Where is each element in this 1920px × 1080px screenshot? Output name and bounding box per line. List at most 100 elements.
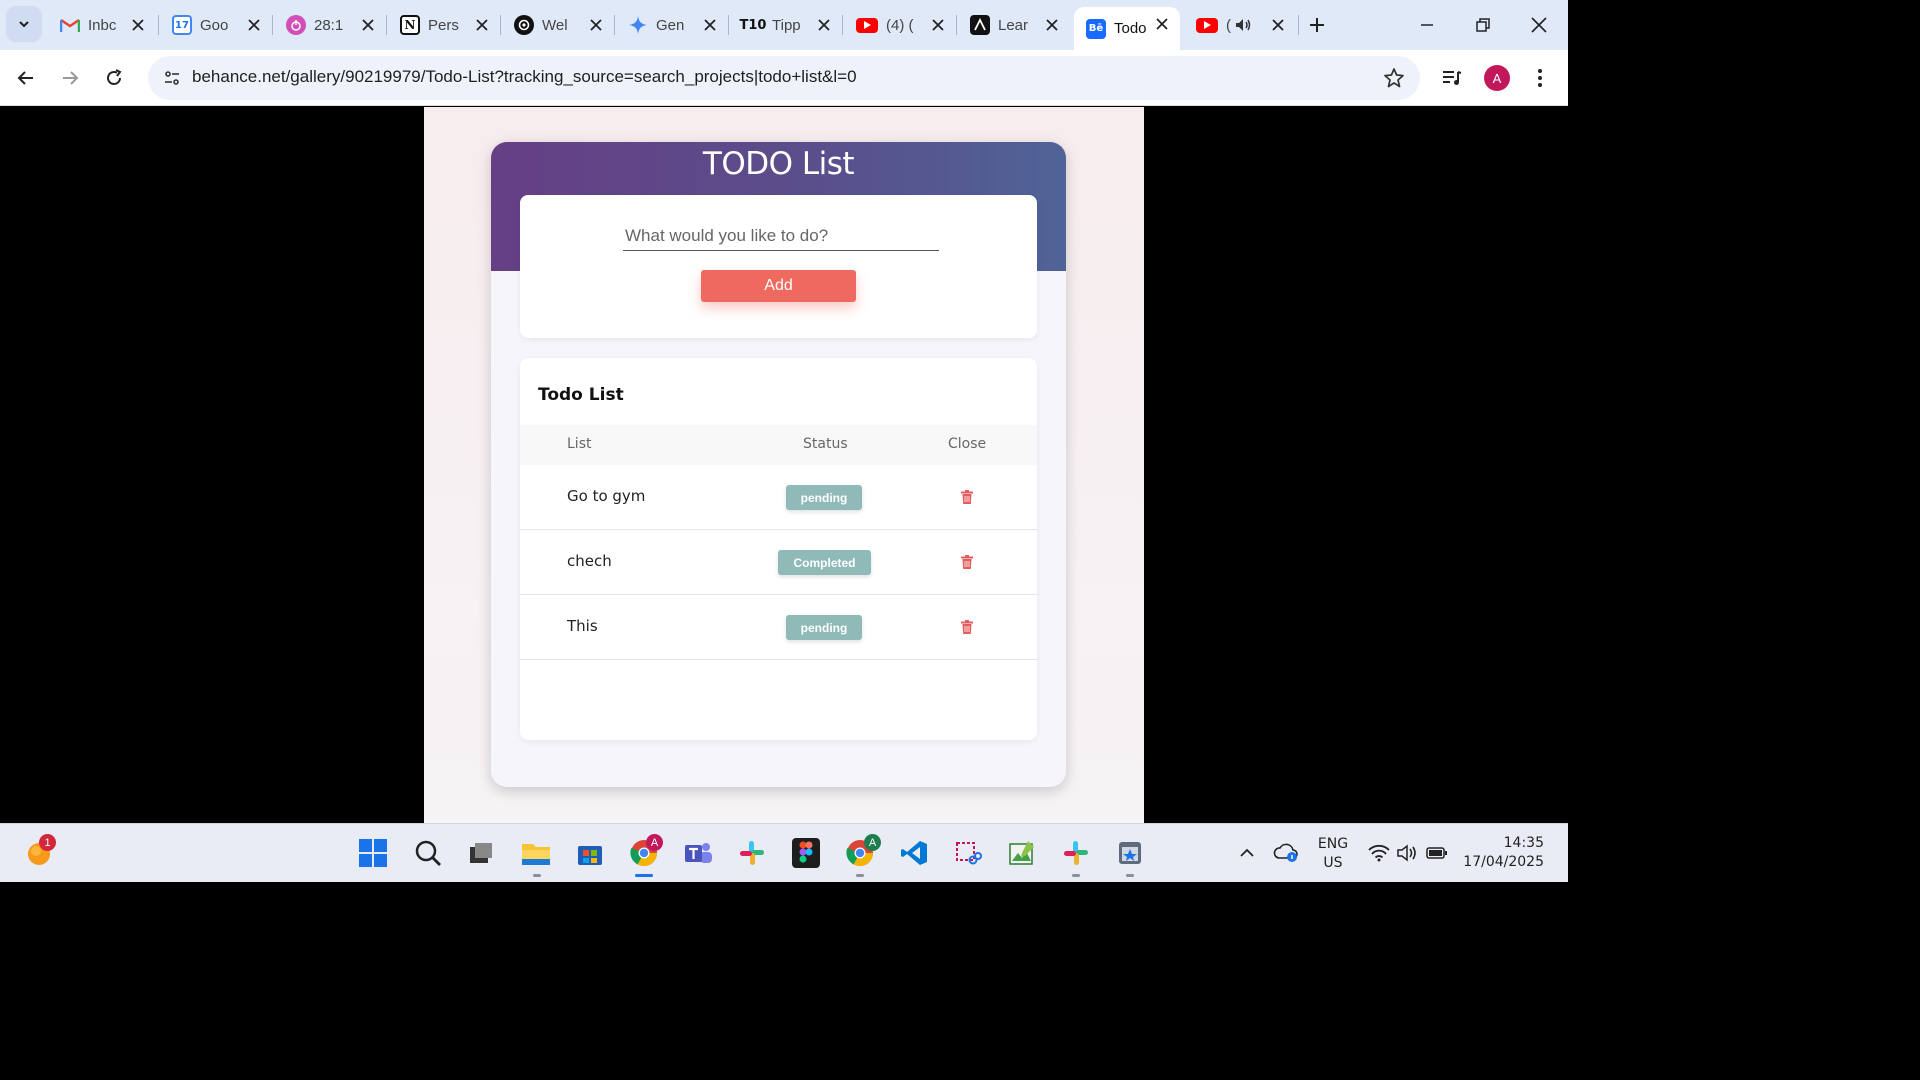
tab-separator [842,15,843,35]
profile-badge: A [646,834,663,851]
table-header: List Status Close [520,425,1037,465]
language-indicator[interactable]: ENG [1310,836,1356,852]
todo-text: Go to gym [567,487,646,505]
tab-notion[interactable]: N Pers [388,8,500,42]
gemini-icon [628,15,648,35]
pinned-app-button[interactable] [1113,836,1147,870]
reload-icon [107,69,122,85]
close-window-button[interactable] [1524,10,1554,40]
minimize-button[interactable] [1412,10,1442,40]
tab-strip: Inbc 17 Goo 28:1 N Pers Wel Gen T10 Tipp… [0,0,1568,50]
timer-icon [286,15,306,35]
status-badge[interactable]: pending [786,615,862,640]
url-text: behance.net/gallery/90219979/Todo-List?t… [192,67,857,86]
close-tab-icon[interactable] [1152,14,1172,34]
tab-title: Todo [1114,20,1147,37]
close-tab-icon[interactable] [128,15,148,35]
tab-title: Wel [542,16,568,34]
site-info-icon[interactable] [156,62,188,94]
table-row: Go to gym pending [520,465,1037,530]
tab-timer[interactable]: 28:1 [274,8,386,42]
behance-project-image: TODO List Add Todo List List Status Clos… [424,107,1144,823]
chevron-down-icon [19,21,29,28]
tab-title: Pers [428,16,459,34]
browser-toolbar: behance.net/gallery/90219979/Todo-List?t… [0,50,1568,106]
clock-time[interactable]: 14:35 [1460,835,1556,851]
forward-button[interactable] [54,62,86,94]
task-view-button[interactable] [464,836,498,870]
close-tab-icon[interactable] [244,15,264,35]
slack-secondary-button[interactable] [1059,836,1093,870]
bookmark-star-icon[interactable] [1382,66,1406,90]
tab-academy[interactable]: Lear [958,8,1070,42]
tab-youtube-audio[interactable]: ( [1184,8,1296,42]
close-tab-icon[interactable] [1268,15,1288,35]
status-badge[interactable]: pending [786,485,862,510]
battery-icon [1426,847,1447,859]
battery-button[interactable] [1420,836,1454,870]
close-tab-icon[interactable] [814,15,834,35]
running-indicator [856,874,864,877]
todo-input[interactable] [623,221,939,251]
tab-openai[interactable]: Wel [502,8,614,42]
academy-icon [970,15,990,35]
close-tab-icon[interactable] [1042,15,1062,35]
clock-date[interactable]: 17/04/2025 [1460,854,1556,870]
tab-separator [614,15,615,35]
teams-button[interactable] [681,836,715,870]
active-indicator [635,874,653,877]
start-button[interactable] [356,836,390,870]
chevron-up-icon [1240,848,1254,857]
speaker-icon[interactable] [1234,16,1252,38]
close-tab-icon[interactable] [586,15,606,35]
slack-button[interactable] [735,836,769,870]
add-button[interactable]: Add [701,270,856,302]
close-tab-icon[interactable] [358,15,378,35]
tab-gemini[interactable]: Gen [616,8,728,42]
new-tab-button[interactable] [1304,12,1330,38]
column-header-close: Close [948,436,987,452]
tab-gmail[interactable]: Inbc [48,8,156,42]
restore-button[interactable] [1468,10,1498,40]
back-button[interactable] [10,62,42,94]
media-control-button[interactable] [1436,62,1468,94]
close-tab-icon[interactable] [472,15,492,35]
volume-button[interactable] [1390,836,1424,870]
search-button[interactable] [411,836,445,870]
store-icon [578,846,602,865]
tab-search-button[interactable] [6,6,42,42]
vscode-button[interactable] [897,836,931,870]
close-tab-icon[interactable] [928,15,948,35]
notion-icon: N [400,15,420,35]
table-row: This pending [520,595,1037,660]
status-badge[interactable]: Completed [778,550,871,575]
tab-youtube[interactable]: (4) ( [844,8,956,42]
restore-icon [1476,18,1490,32]
file-explorer-button[interactable] [519,836,553,870]
profile-avatar[interactable]: A [1484,65,1510,91]
table-row: chech Completed [520,530,1037,595]
tab-behance[interactable]: Bē Todo [1074,7,1180,50]
trash-icon[interactable] [960,489,974,505]
snipping-tool-button[interactable] [951,836,985,870]
figma-button[interactable] [789,836,823,870]
tab-separator [386,15,387,35]
microsoft-store-button[interactable] [573,836,607,870]
onedrive-button[interactable] [1269,836,1303,870]
trash-icon[interactable] [960,554,974,570]
figma-icon [792,838,820,868]
trash-icon[interactable] [960,619,974,635]
slack-icon [1064,841,1088,865]
column-header-status: Status [803,436,848,452]
openai-icon [514,15,534,35]
address-bar[interactable]: behance.net/gallery/90219979/Todo-List?t… [148,56,1420,100]
browser-menu-button[interactable] [1524,62,1556,94]
tab-calendar[interactable]: 17 Goo [160,8,272,42]
tab-separator [158,15,159,35]
close-tab-icon[interactable] [700,15,720,35]
region-indicator[interactable]: US [1310,855,1356,871]
paint-button[interactable] [1005,836,1039,870]
show-hidden-icons-button[interactable] [1230,836,1264,870]
tab-t10[interactable]: T10 Tipp [730,8,842,42]
reload-button[interactable] [98,62,130,94]
